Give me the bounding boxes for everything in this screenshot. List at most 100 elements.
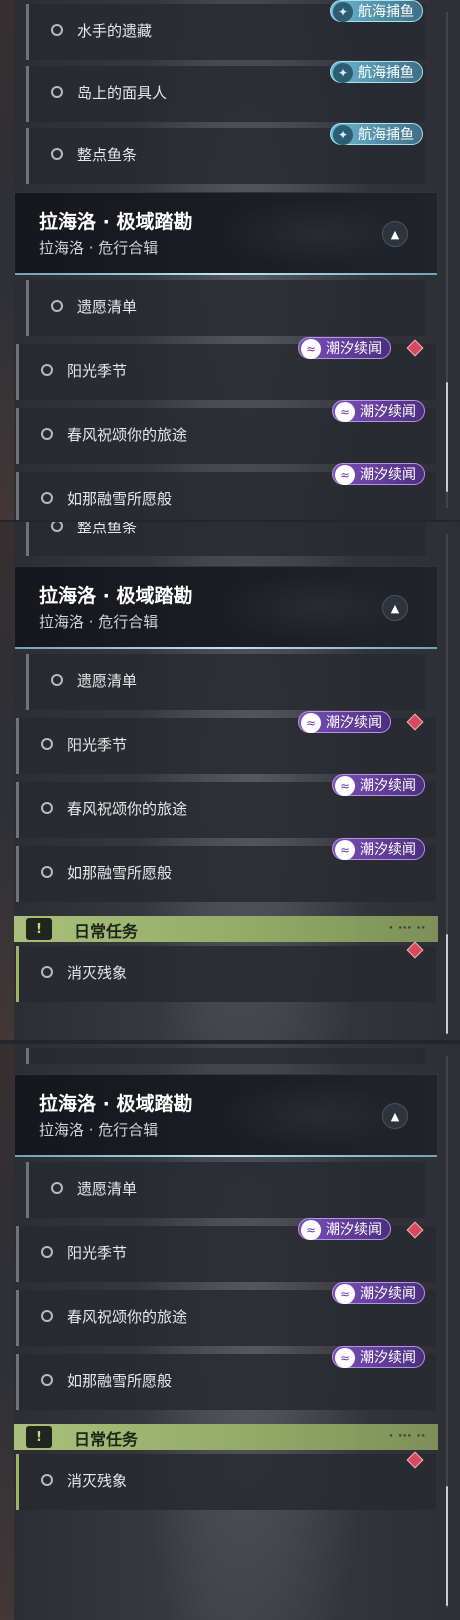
radio-circle-icon — [41, 364, 53, 376]
chapter-subtitle: 拉海洛 · 危行合辑 — [39, 1121, 159, 1139]
category-label: 日常任务 — [74, 922, 139, 941]
wave-icon: ≈ — [301, 1220, 321, 1240]
radio-circle-icon — [51, 24, 63, 36]
quest-item[interactable]: 遗愿清单 — [26, 280, 426, 336]
tide-tag-label: 潮汐续闻 — [326, 1222, 382, 1238]
scrollbar[interactable] — [446, 534, 448, 1034]
radio-circle-icon — [41, 1474, 53, 1486]
exclamation-icon: ! — [26, 1426, 52, 1448]
radio-circle-icon — [41, 492, 53, 504]
radio-circle-icon — [41, 866, 53, 878]
chapter-title: 拉海洛 · 极域踏勘 — [39, 585, 193, 607]
quest-name: 阳光季节 — [67, 736, 128, 754]
tide-tag: ≈ 潮汐续闻 — [332, 463, 425, 485]
wave-icon: ≈ — [335, 1284, 355, 1304]
chapter-header[interactable]: 拉海洛 · 极域踏勘 拉海洛 · 危行合辑 ▲ — [14, 1074, 438, 1157]
voyage-tag-label: 航海捕鱼 — [358, 4, 414, 20]
quest-item[interactable]: 消灭残象 — [16, 946, 436, 1002]
quest-name: 如那融雪所愿般 — [67, 864, 173, 882]
exclamation-icon: ! — [26, 918, 52, 940]
scrollbar[interactable] — [446, 12, 448, 508]
chapter-title: 拉海洛 · 极域踏勘 — [39, 211, 193, 233]
quest-name: 消灭残象 — [67, 964, 128, 982]
radio-circle-icon — [51, 300, 63, 312]
tide-tag: ≈ 潮汐续闻 — [332, 1346, 425, 1368]
quest-name: 岛上的面具人 — [77, 84, 168, 102]
radio-circle-icon — [41, 1246, 53, 1258]
category-label: 日常任务 — [74, 1430, 139, 1449]
chevron-up-icon[interactable]: ▲ — [382, 1103, 408, 1129]
voyage-tag: ✦ 航海捕鱼 — [330, 61, 423, 83]
quest-item[interactable]: 消灭残象 — [16, 1454, 436, 1510]
fish-icon: ✦ — [333, 2, 353, 22]
tide-tag-label: 潮汐续闻 — [360, 1350, 416, 1366]
chapter-subtitle: 拉海洛 · 危行合辑 — [39, 613, 159, 631]
chevron-up-icon[interactable]: ▲ — [382, 595, 408, 621]
tide-tag-label: 潮汐续闻 — [360, 1286, 416, 1302]
tide-tag: ≈ 潮汐续闻 — [332, 1282, 425, 1304]
chapter-subtitle: 拉海洛 · 危行合辑 — [39, 239, 159, 257]
quest-name: 阳光季节 — [67, 1244, 128, 1262]
radio-circle-icon — [51, 674, 63, 686]
quest-name: 春风祝颂你的旅途 — [67, 800, 188, 818]
chevron-up-icon[interactable]: ▲ — [382, 221, 408, 247]
tide-tag-label: 潮汐续闻 — [360, 404, 416, 420]
tide-tag: ≈ 潮汐续闻 — [298, 711, 391, 733]
fish-icon: ✦ — [333, 63, 353, 83]
quest-name: 整点鱼条 — [77, 146, 138, 164]
decorative-pattern: ▪ ▪▪▪ ▪▪ — [389, 1432, 426, 1439]
quest-panel-2: 整点鱼条 拉海洛 · 极域踏勘 拉海洛 · 危行合辑 ▲ 遗愿清单 阳光季节 ≈… — [0, 522, 460, 1040]
quest-name: 春风祝颂你的旅途 — [67, 426, 188, 444]
wave-icon: ≈ — [335, 1348, 355, 1368]
voyage-tag-label: 航海捕鱼 — [358, 127, 414, 143]
quest-name: 水手的遗藏 — [77, 22, 153, 40]
tide-tag: ≈ 潮汐续闻 — [332, 400, 425, 422]
scrollbar-thumb[interactable] — [446, 1486, 448, 1606]
tide-tag-label: 潮汐续闻 — [326, 715, 382, 731]
quest-item[interactable]: 整点鱼条 — [26, 522, 426, 556]
radio-circle-icon — [51, 1182, 63, 1194]
wave-icon: ≈ — [335, 402, 355, 422]
tide-tag: ≈ 潮汐续闻 — [332, 838, 425, 860]
daily-tasks-header[interactable]: ! 日常任务 ▪ ▪▪▪ ▪▪ — [14, 1424, 438, 1450]
wave-icon: ≈ — [335, 465, 355, 485]
quest-name: 遗愿清单 — [77, 298, 138, 316]
chapter-header[interactable]: 拉海洛 · 极域踏勘 拉海洛 · 危行合辑 ▲ — [14, 192, 438, 275]
tide-tag-label: 潮汐续闻 — [360, 842, 416, 858]
tide-tag: ≈ 潮汐续闻 — [332, 774, 425, 796]
wave-icon: ≈ — [301, 339, 321, 359]
quest-name: 消灭残象 — [67, 1472, 128, 1490]
wave-icon: ≈ — [335, 840, 355, 860]
voyage-tag: ✦ 航海捕鱼 — [330, 123, 423, 145]
tide-tag-label: 潮汐续闻 — [360, 467, 416, 483]
quest-name: 整点鱼条 — [77, 522, 138, 536]
quest-name: 春风祝颂你的旅途 — [67, 1308, 188, 1326]
tide-tag: ≈ 潮汐续闻 — [298, 337, 391, 359]
scrollbar-thumb[interactable] — [446, 934, 448, 1034]
wave-icon: ≈ — [335, 776, 355, 796]
voyage-tag: ✦ 航海捕鱼 — [330, 0, 423, 22]
radio-circle-icon — [41, 1374, 53, 1386]
fish-icon: ✦ — [333, 125, 353, 145]
tide-tag-label: 潮汐续闻 — [360, 778, 416, 794]
quest-panel-3: 拉海洛 · 极域踏勘 拉海洛 · 危行合辑 ▲ 遗愿清单 阳光季节 ≈ 潮汐续闻… — [0, 1044, 460, 1620]
tide-tag-label: 潮汐续闻 — [326, 341, 382, 357]
quest-item[interactable]: 遗愿清单 — [26, 654, 426, 710]
scrollbar-thumb[interactable] — [446, 382, 448, 492]
radio-circle-icon — [41, 802, 53, 814]
radio-circle-icon — [41, 966, 53, 978]
tide-tag: ≈ 潮汐续闻 — [298, 1218, 391, 1240]
quest-item[interactable]: 遗愿清单 — [26, 1162, 426, 1218]
chapter-header[interactable]: 拉海洛 · 极域踏勘 拉海洛 · 危行合辑 ▲ — [14, 566, 438, 649]
radio-circle-icon — [51, 86, 63, 98]
quest-name: 阳光季节 — [67, 362, 128, 380]
quest-name: 遗愿清单 — [77, 1180, 138, 1198]
radio-circle-icon — [41, 1310, 53, 1322]
daily-tasks-header[interactable]: ! 日常任务 ▪ ▪▪▪ ▪▪ — [14, 916, 438, 942]
scrollbar[interactable] — [446, 1056, 448, 1608]
quest-name: 如那融雪所愿般 — [67, 490, 173, 508]
chapter-title: 拉海洛 · 极域踏勘 — [39, 1093, 193, 1115]
radio-circle-icon — [41, 738, 53, 750]
wave-icon: ≈ — [301, 713, 321, 733]
quest-name: 如那融雪所愿般 — [67, 1372, 173, 1390]
